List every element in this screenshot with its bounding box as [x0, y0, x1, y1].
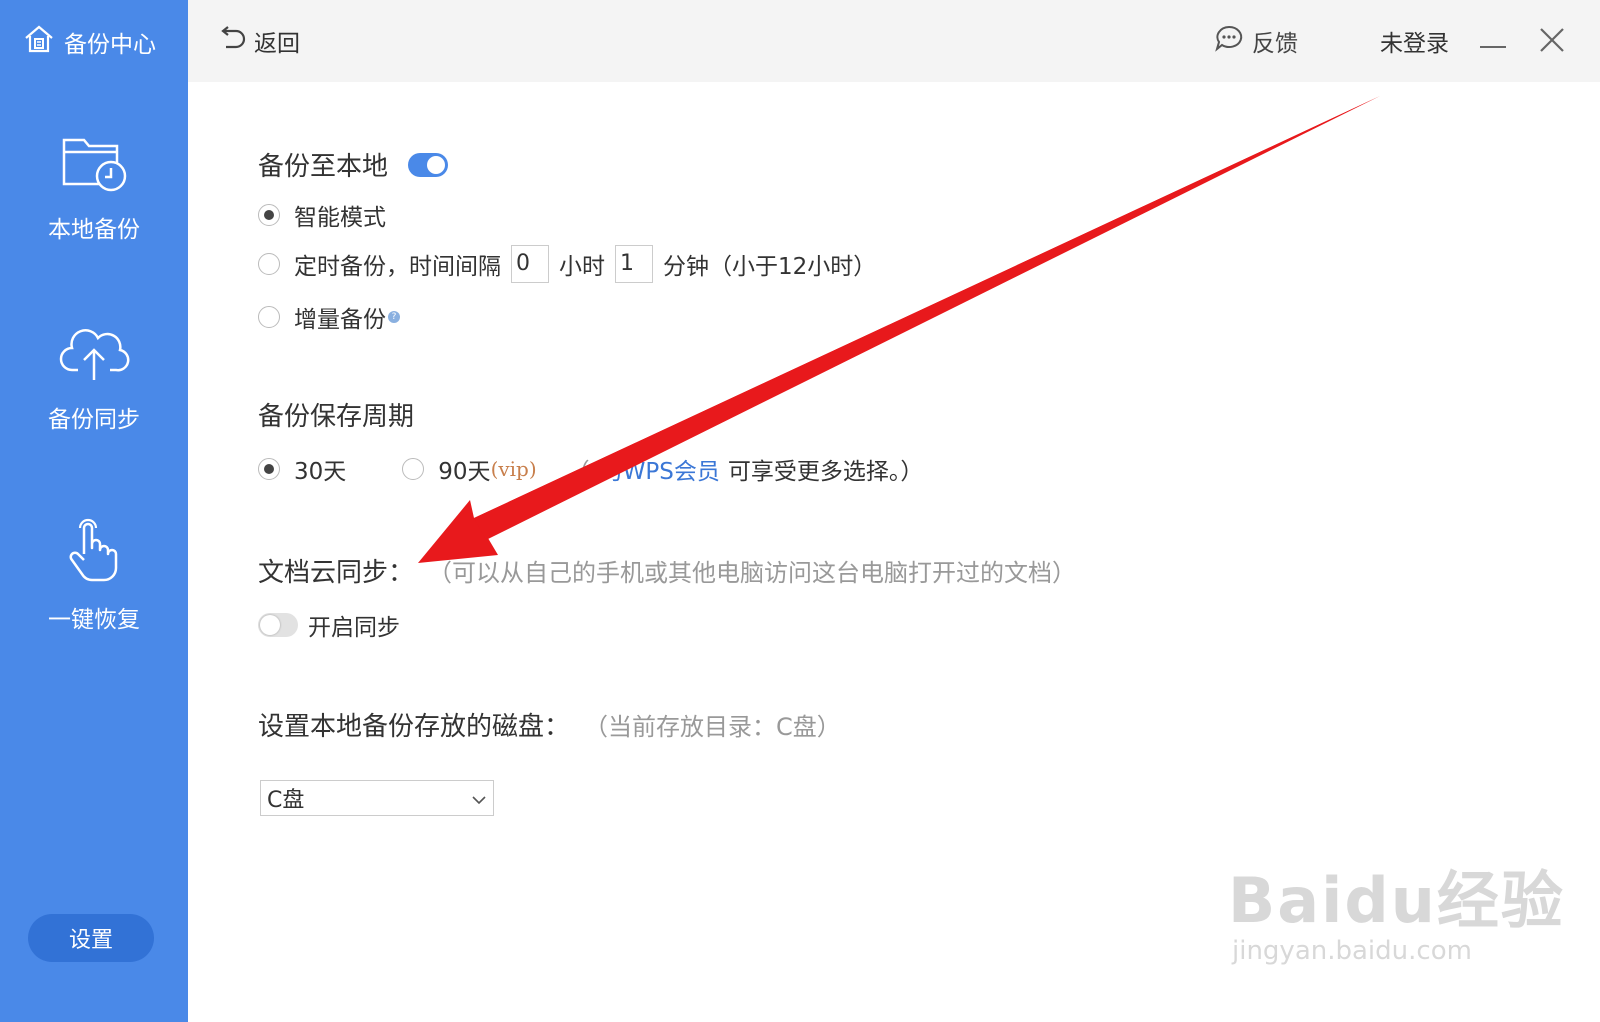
help-icon[interactable]: ? — [388, 311, 400, 323]
feedback-label: 反馈 — [1252, 31, 1298, 57]
sidebar: 备份中心 本地备份 备份同步 一键恢复 设置 — [0, 0, 188, 1022]
retention-90-label: 90天 — [438, 459, 491, 485]
disk-select[interactable]: C盘 — [260, 780, 494, 816]
retention-30-label: 30天 — [294, 459, 347, 485]
watermark-main: Baidu经验 — [1228, 864, 1565, 937]
vip-badge: (vip) — [490, 457, 537, 481]
cloud-upload-icon — [58, 324, 130, 390]
hours-input[interactable]: 0 — [511, 245, 549, 283]
watermark-sub: jingyan.baidu.com — [1232, 936, 1472, 966]
sidebar-item-label: 一键恢复 — [48, 607, 140, 633]
chevron-down-icon — [471, 786, 487, 811]
feedback-button[interactable]: 反馈 — [1214, 24, 1298, 58]
minutes-input[interactable]: 1 — [615, 245, 653, 283]
close-icon[interactable] — [1538, 26, 1566, 58]
sidebar-item-one-click-restore[interactable]: 一键恢复 — [0, 514, 188, 634]
cloud-sync-toggle-row[interactable]: 开启同步 — [258, 608, 400, 642]
smart-mode-radio[interactable] — [258, 204, 280, 226]
backup-local-title: 备份至本地 — [258, 152, 389, 182]
retention-30-radio[interactable] — [258, 458, 280, 480]
back-button[interactable]: 返回 — [218, 24, 300, 58]
smart-mode-label: 智能模式 — [294, 205, 386, 231]
retention-options: 30天 90天 (vip) （ 为 WPS会员 可享受更多选择。） — [258, 452, 923, 486]
sidebar-item-label: 本地备份 — [48, 217, 140, 243]
disk-title: 设置本地备份存放的磁盘： — [258, 712, 571, 742]
timed-backup-radio[interactable] — [258, 253, 280, 275]
incremental-radio[interactable] — [258, 306, 280, 328]
member-hint-partial: 为 — [599, 459, 623, 485]
retention-title: 备份保存周期 — [258, 402, 415, 432]
cloud-sync-section: 文档云同步： （可以从自己的手机或其他电脑访问这台电脑打开过的文档） — [258, 552, 1076, 589]
brand-title: 备份中心 — [64, 32, 156, 58]
timed-backup-label: 定时备份，时间间隔 — [294, 254, 501, 280]
sidebar-item-local-backup[interactable]: 本地备份 — [0, 132, 188, 244]
minutes-unit: 分钟（小于12小时） — [663, 254, 877, 280]
settings-button[interactable]: 设置 — [28, 914, 154, 962]
retention-90-radio[interactable] — [402, 458, 425, 480]
folder-clock-icon — [59, 132, 129, 200]
cloud-sync-hint: （可以从自己的手机或其他电脑访问这台电脑打开过的文档） — [428, 559, 1077, 587]
brand: 备份中心 — [22, 22, 156, 62]
incremental-label: 增量备份 — [294, 307, 386, 333]
sidebar-item-label: 备份同步 — [48, 407, 140, 433]
timed-backup-option[interactable]: 定时备份，时间间隔 0 小时 1 分钟（小于12小时） — [258, 245, 876, 283]
chat-bubble-icon — [1214, 24, 1252, 58]
header: 返回 反馈 未登录 — [188, 0, 1600, 82]
disk-hint: （当前存放目录：C盘） — [584, 713, 841, 741]
member-hint-rest: 可享受更多选择。） — [727, 459, 924, 485]
wps-member-link[interactable]: WPS会员 — [623, 452, 720, 486]
minimize-icon[interactable] — [1480, 46, 1506, 48]
disk-section: 设置本地备份存放的磁盘： （当前存放目录：C盘） — [258, 706, 841, 743]
backup-center-icon — [22, 22, 64, 62]
disk-select-value: C盘 — [267, 788, 305, 813]
incremental-option[interactable]: 增量备份 ? — [258, 300, 400, 334]
backup-local-section: 备份至本地 — [258, 146, 449, 183]
cloud-sync-toggle-label: 开启同步 — [308, 615, 400, 641]
cloud-sync-toggle[interactable] — [258, 613, 298, 637]
smart-mode-option[interactable]: 智能模式 — [258, 198, 386, 232]
back-label: 返回 — [254, 31, 300, 57]
hours-unit: 小时 — [559, 254, 605, 280]
member-hint-open: （ — [566, 459, 590, 485]
baidu-watermark: Baidu经验 jingyan.baidu.com — [1228, 850, 1565, 966]
back-arrow-icon — [218, 26, 254, 56]
login-status[interactable]: 未登录 — [1380, 24, 1449, 58]
sidebar-item-backup-sync[interactable]: 备份同步 — [0, 324, 188, 434]
backup-local-toggle[interactable] — [408, 152, 449, 177]
cloud-sync-title: 文档云同步： — [258, 558, 415, 588]
hand-pointer-icon — [62, 514, 126, 590]
